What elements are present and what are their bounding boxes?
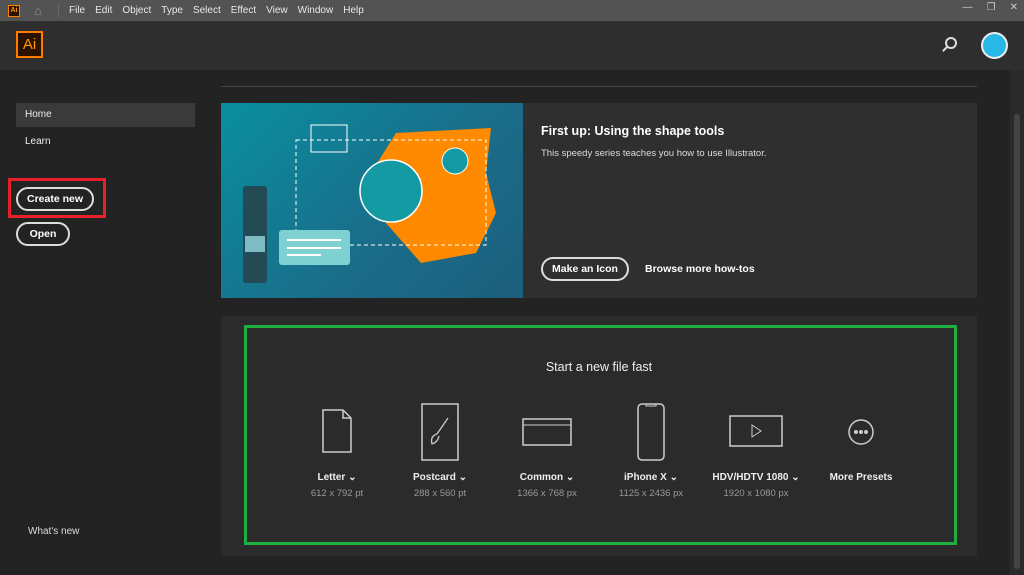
- menu-help[interactable]: Help: [343, 5, 364, 16]
- avatar[interactable]: [981, 32, 1008, 59]
- menu-edit[interactable]: Edit: [95, 5, 112, 16]
- divider: [58, 3, 59, 18]
- menu-file[interactable]: File: [69, 5, 85, 16]
- tutorial-description: This speedy series teaches you how to us…: [541, 148, 767, 159]
- highlight-box: [244, 325, 957, 545]
- divider: [221, 86, 977, 87]
- open-button[interactable]: Open: [16, 222, 70, 246]
- app-icon: Ai: [8, 4, 20, 17]
- minimize-icon[interactable]: —: [963, 2, 973, 13]
- header: Ai: [0, 21, 1024, 70]
- tutorial-card: First up: Using the shape tools This spe…: [221, 103, 977, 298]
- menu-type[interactable]: Type: [161, 5, 183, 16]
- whats-new-link[interactable]: What's new: [28, 526, 79, 537]
- menu-object[interactable]: Object: [122, 5, 151, 16]
- scrollbar-thumb[interactable]: [1014, 114, 1020, 569]
- menu-window[interactable]: Window: [298, 5, 334, 16]
- tutorial-title: First up: Using the shape tools: [541, 124, 725, 138]
- sidebar-item-learn[interactable]: Learn: [16, 130, 195, 154]
- menu-select[interactable]: Select: [193, 5, 221, 16]
- browse-how-tos-link[interactable]: Browse more how-tos: [645, 263, 755, 275]
- make-an-icon-button[interactable]: Make an Icon: [541, 257, 629, 281]
- search-icon[interactable]: [945, 37, 957, 49]
- tutorial-illustration[interactable]: [221, 103, 523, 298]
- menu-bar: Ai ⌂ File Edit Object Type Select Effect…: [0, 0, 1024, 21]
- create-new-button[interactable]: Create new: [16, 187, 94, 211]
- menu-view[interactable]: View: [266, 5, 288, 16]
- sidebar-item-home[interactable]: Home: [16, 103, 195, 127]
- illustrator-logo: Ai: [16, 31, 43, 58]
- close-icon[interactable]: ✕: [1010, 2, 1018, 13]
- scrollbar[interactable]: [1010, 70, 1024, 575]
- menu-effect[interactable]: Effect: [231, 5, 256, 16]
- restore-icon[interactable]: ❐: [987, 2, 996, 13]
- home-icon[interactable]: ⌂: [34, 4, 48, 17]
